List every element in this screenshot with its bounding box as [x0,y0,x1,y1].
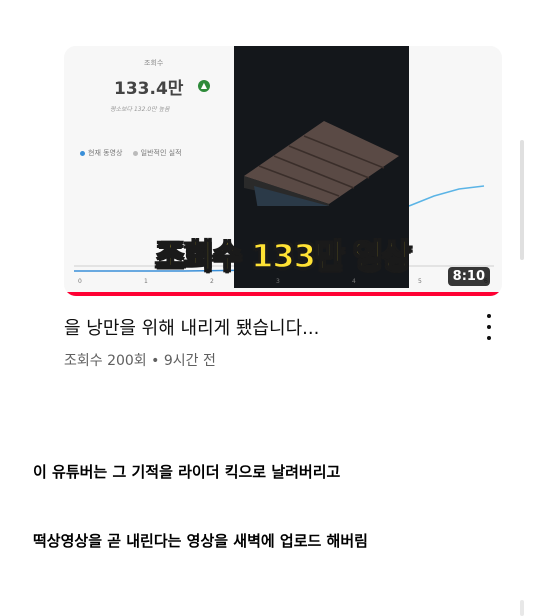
more-vert-icon[interactable] [482,314,496,340]
post-text-line: 이 유튜버는 그 기적을 라이더 킥으로 날려버리고 [33,463,341,481]
video-thumbnail[interactable]: 조회수 133.4만 ▲ 평소보다 132.0만 높음 현재 동영상 일반적인 … [64,46,502,296]
video-title[interactable]: 을 낭만을 위해 내리게 됐습니다... [64,314,319,340]
thumbnail-caption-wrap: 조회수 133만 영상 [64,231,502,277]
x-tick: 0 [78,278,82,285]
x-tick: 2 [210,278,214,285]
stat-value: 133.4만 [114,79,184,99]
stat-subtext: 평소보다 132.0만 높음 [110,106,170,113]
watch-progress-fill [64,292,502,296]
duration-badge: 8:10 [447,267,490,286]
stat-label: 조회수 [144,59,164,67]
legend-dot-typical [132,150,138,156]
x-tick: 5 [418,278,422,285]
post-text-line: 떡상영상을 곧 내린다는 영상을 새벽에 업로드 해버림 [33,532,368,550]
x-tick: 3 [276,278,280,285]
scrollbar-thumb-bottom[interactable] [520,600,524,616]
legend-current: 현재 동영상 [88,149,123,157]
roof-model-image [244,121,399,206]
scrollbar-thumb[interactable] [520,140,524,260]
arrow-up-icon: ▲ [198,80,210,92]
video-meta: 조회수 200회 • 9시간 전 [64,353,216,369]
legend-typical: 일반적인 실적 [140,149,182,157]
x-tick: 4 [352,278,356,285]
chart-legend: 현재 동영상 일반적인 실적 [80,148,182,158]
thumbnail-caption: 조회수 133만 영상 [155,236,412,276]
legend-dot-current [80,150,85,156]
x-tick: 1 [144,278,148,285]
